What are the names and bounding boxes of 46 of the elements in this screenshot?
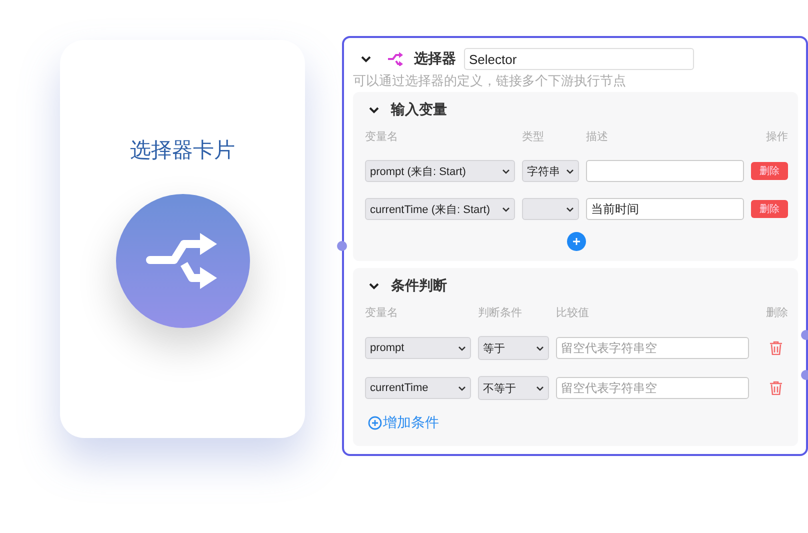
connector-dot[interactable] [801,370,808,380]
description-field[interactable] [586,160,744,182]
plus-circle-icon [368,416,382,430]
column-header: 变量名 [365,306,398,321]
card-title: 选择器卡片 [130,138,235,164]
variable-select[interactable]: prompt (来自: Start) [365,160,515,182]
column-header: 判断条件 [478,306,522,321]
node-description: 可以通过选择器的定义，链接多个下游执行节点 [353,72,627,90]
connector-dot[interactable] [337,241,347,251]
column-header: 操作 [766,130,788,145]
trash-icon[interactable] [770,381,782,395]
section-title: 条件判断 [391,277,447,295]
variable-select[interactable]: currentTime (来自: Start) [365,198,515,220]
chevron-icon[interactable] [369,106,379,114]
description-field[interactable]: 当前时间 [586,198,744,220]
caret-icon [458,346,466,350]
column-header: 比较值 [556,306,589,321]
variable-select[interactable]: prompt [365,337,471,359]
compare-value-field[interactable]: 留空代表字符串空 [556,377,749,399]
caret-icon [536,386,544,390]
operator-select[interactable]: 不等于 [478,376,549,400]
compare-value-field[interactable]: 留空代表字符串空 [556,337,749,359]
caret-icon [502,168,510,174]
column-header: 描述 [586,130,608,145]
variable-select[interactable]: currentTime [365,377,471,399]
plus-icon [573,238,580,245]
add-button[interactable] [567,232,586,251]
chevron-icon[interactable] [369,282,379,290]
caret-icon [566,168,574,174]
column-header: 类型 [522,130,544,145]
operator-select[interactable]: 等于 [478,336,549,360]
caret-icon [536,346,544,350]
chevron-icon[interactable] [361,56,371,62]
section-title: 输入变量 [391,101,447,119]
split-arrows-icon [387,52,404,66]
node-title: 选择器 [414,50,456,68]
type-select[interactable]: 字符串 [522,160,579,182]
column-header: 变量名 [365,130,398,145]
connector-dot[interactable] [801,330,808,340]
column-header: 删除 [766,306,788,321]
caret-icon [566,206,574,212]
trash-icon[interactable] [770,341,782,355]
caret-icon [502,206,510,212]
split-arrows-icon [146,230,220,292]
caret-icon [458,386,466,390]
node-name-field[interactable]: Selector [464,48,694,70]
